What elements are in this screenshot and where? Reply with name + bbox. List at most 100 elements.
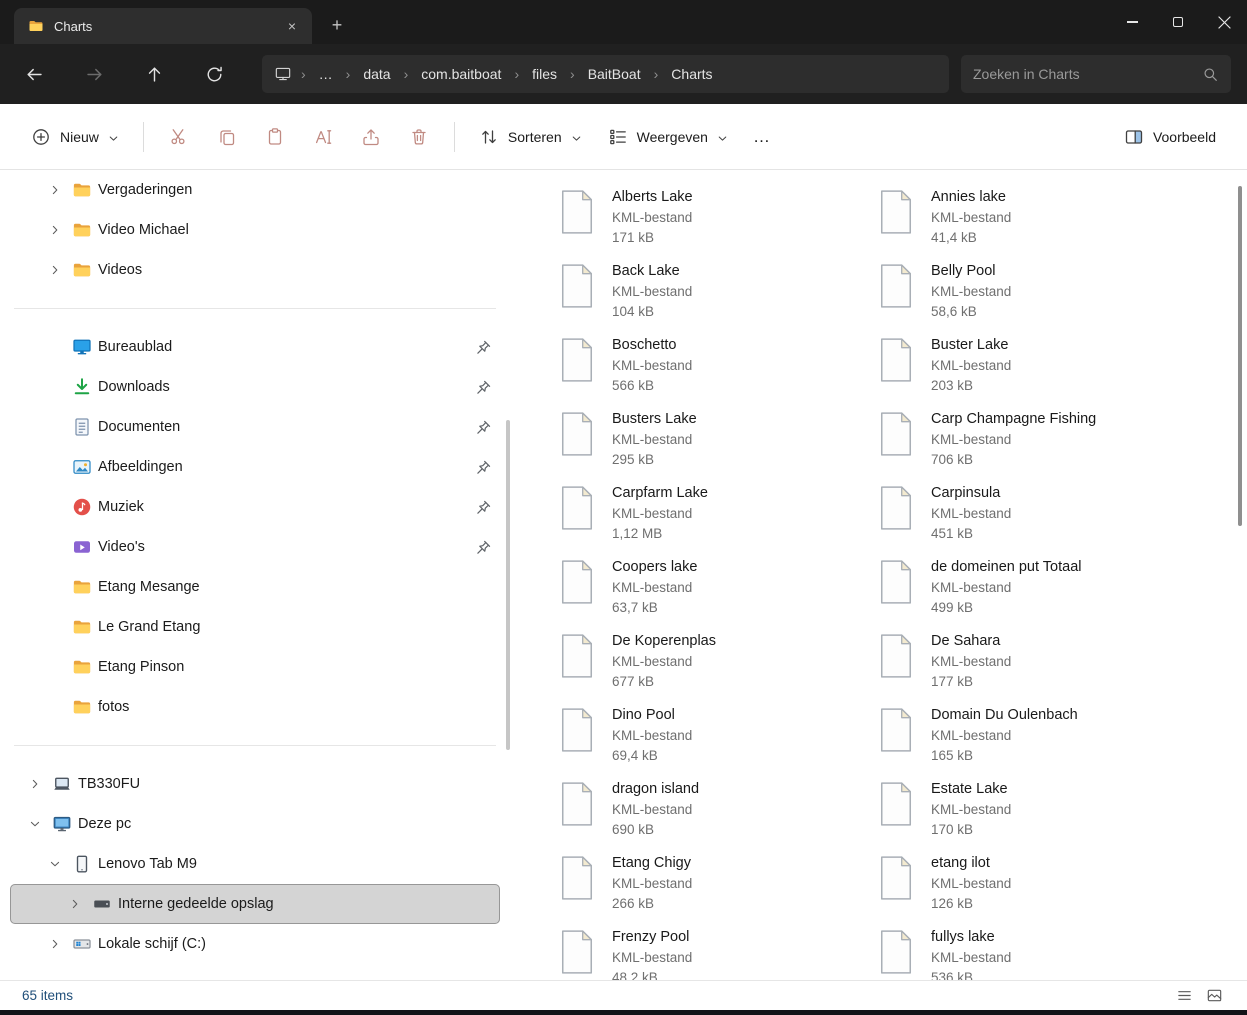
kml-file-icon <box>558 411 596 457</box>
file-item[interactable]: Annies lake KML-bestand 41,4 kB <box>877 187 1196 261</box>
pin-icon <box>475 459 492 476</box>
copy-button[interactable] <box>203 118 251 156</box>
sidebar-item[interactable]: fotos <box>10 687 500 727</box>
tab-charts[interactable]: Charts × <box>14 8 312 44</box>
file-type: KML-bestand <box>612 874 692 894</box>
sidebar-item[interactable]: Lokale schijf (C:) <box>10 924 500 964</box>
sidebar-item[interactable]: Downloads <box>10 367 500 407</box>
paste-button[interactable] <box>251 118 299 156</box>
rename-button[interactable] <box>299 118 347 156</box>
sidebar-item[interactable]: Vergaderingen <box>10 170 500 210</box>
tree-chevron-icon[interactable] <box>24 773 46 795</box>
file-item[interactable]: De Sahara KML-bestand 177 kB <box>877 631 1196 705</box>
new-button[interactable]: Nieuw <box>18 118 132 156</box>
file-item[interactable]: etang ilot KML-bestand 126 kB <box>877 853 1196 927</box>
sidebar-item[interactable]: Le Grand Etang <box>10 607 500 647</box>
sort-button[interactable]: Sorteren <box>466 118 595 156</box>
file-item[interactable]: Carpinsula KML-bestand 451 kB <box>877 483 1196 557</box>
file-item[interactable]: Coopers lake KML-bestand 63,7 kB <box>558 557 877 631</box>
file-list-scrollbar[interactable] <box>1238 186 1242 526</box>
file-name: Boschetto <box>612 335 692 356</box>
file-type: KML-bestand <box>931 282 1011 302</box>
sidebar-item[interactable]: TB330FU <box>10 764 500 804</box>
tree-chevron-icon[interactable] <box>64 893 86 915</box>
close-button[interactable] <box>1201 0 1247 44</box>
cut-button[interactable] <box>155 118 203 156</box>
tree-chevron-icon[interactable] <box>24 813 46 835</box>
tree-chevron-icon[interactable] <box>44 179 66 201</box>
storage-icon <box>92 894 112 914</box>
sidebar-item-label: Video's <box>98 539 469 555</box>
breadcrumb-item[interactable]: com.baitboat <box>413 62 509 86</box>
tree-chevron-icon[interactable] <box>44 933 66 955</box>
sidebar-item[interactable]: Muziek <box>10 487 500 527</box>
tree-chevron-icon[interactable] <box>44 219 66 241</box>
sidebar-item[interactable]: Lenovo Tab M9 <box>10 844 500 884</box>
preview-button[interactable]: Voorbeeld <box>1111 118 1229 156</box>
sidebar-item[interactable]: Deze pc <box>10 804 500 844</box>
back-button[interactable] <box>16 56 52 92</box>
sidebar-item-label: Video Michael <box>98 222 500 238</box>
kml-file-icon <box>877 337 915 383</box>
file-item[interactable]: Belly Pool KML-bestand 58,6 kB <box>877 261 1196 335</box>
pin-icon <box>475 339 492 356</box>
breadcrumb-bar[interactable]: › … › data › com.baitboat › files › Bait… <box>262 55 949 93</box>
address-bar: › … › data › com.baitboat › files › Bait… <box>0 44 1247 104</box>
folder-icon <box>72 617 92 637</box>
sidebar-scrollbar[interactable] <box>506 420 510 750</box>
sidebar-item[interactable]: Videos <box>10 250 500 290</box>
file-item[interactable]: Boschetto KML-bestand 566 kB <box>558 335 877 409</box>
file-size: 126 kB <box>931 894 1011 914</box>
breadcrumb-item[interactable]: files <box>524 62 565 86</box>
sidebar-item[interactable]: Etang Pinson <box>10 647 500 687</box>
search-input[interactable] <box>973 66 1202 82</box>
file-text: Frenzy Pool KML-bestand 48,2 kB <box>612 927 692 980</box>
close-tab-button[interactable]: × <box>280 14 304 38</box>
breadcrumb-separator-icon: › <box>569 66 576 82</box>
file-item[interactable]: Dino Pool KML-bestand 69,4 kB <box>558 705 877 779</box>
breadcrumb-item[interactable]: data <box>355 62 398 86</box>
file-item[interactable]: Buster Lake KML-bestand 203 kB <box>877 335 1196 409</box>
forward-button[interactable] <box>76 56 112 92</box>
sidebar-item[interactable]: Video's <box>10 527 500 567</box>
plus-circle-icon <box>31 127 51 147</box>
breadcrumb-item[interactable]: BaitBoat <box>580 62 649 86</box>
file-name: Buster Lake <box>931 335 1011 356</box>
navigation-pane: Vergaderingen Video Michael Videos <box>0 170 514 980</box>
maximize-button[interactable] <box>1155 0 1201 44</box>
details-view-button[interactable] <box>1169 984 1199 1008</box>
file-item[interactable]: Etang Chigy KML-bestand 266 kB <box>558 853 877 927</box>
sidebar-item[interactable]: Documenten <box>10 407 500 447</box>
tree-chevron-icon[interactable] <box>44 853 66 875</box>
file-item[interactable]: De Koperenplas KML-bestand 677 kB <box>558 631 877 705</box>
breadcrumb-collapsed[interactable]: … <box>311 62 341 86</box>
new-tab-button[interactable]: + <box>322 10 352 40</box>
delete-button[interactable] <box>395 118 443 156</box>
file-item[interactable]: Carp Champagne Fishing KML-bestand 706 k… <box>877 409 1196 483</box>
sidebar-item[interactable]: Etang Mesange <box>10 567 500 607</box>
refresh-button[interactable] <box>196 56 232 92</box>
file-item[interactable]: Frenzy Pool KML-bestand 48,2 kB <box>558 927 877 980</box>
file-item[interactable]: Back Lake KML-bestand 104 kB <box>558 261 877 335</box>
thumbnail-view-button[interactable] <box>1199 984 1229 1008</box>
minimize-button[interactable] <box>1109 0 1155 44</box>
file-item[interactable]: Busters Lake KML-bestand 295 kB <box>558 409 877 483</box>
kml-file-icon <box>877 559 915 605</box>
file-item[interactable]: dragon island KML-bestand 690 kB <box>558 779 877 853</box>
sidebar-item[interactable]: Afbeeldingen <box>10 447 500 487</box>
file-item[interactable]: de domeinen put Totaal KML-bestand 499 k… <box>877 557 1196 631</box>
breadcrumb-item[interactable]: Charts <box>663 62 720 86</box>
file-item[interactable]: fullys lake KML-bestand 536 kB <box>877 927 1196 980</box>
sidebar-item[interactable]: Interne gedeelde opslag <box>10 884 500 924</box>
up-button[interactable] <box>136 56 172 92</box>
sidebar-item[interactable]: Bureaublad <box>10 327 500 367</box>
file-item[interactable]: Estate Lake KML-bestand 170 kB <box>877 779 1196 853</box>
sidebar-item[interactable]: Video Michael <box>10 210 500 250</box>
file-item[interactable]: Domain Du Oulenbach KML-bestand 165 kB <box>877 705 1196 779</box>
file-item[interactable]: Alberts Lake KML-bestand 171 kB <box>558 187 877 261</box>
more-options-button[interactable]: … <box>741 118 783 156</box>
tree-chevron-icon[interactable] <box>44 259 66 281</box>
view-button[interactable]: Weergeven <box>595 118 741 156</box>
share-button[interactable] <box>347 118 395 156</box>
file-item[interactable]: Carpfarm Lake KML-bestand 1,12 MB <box>558 483 877 557</box>
